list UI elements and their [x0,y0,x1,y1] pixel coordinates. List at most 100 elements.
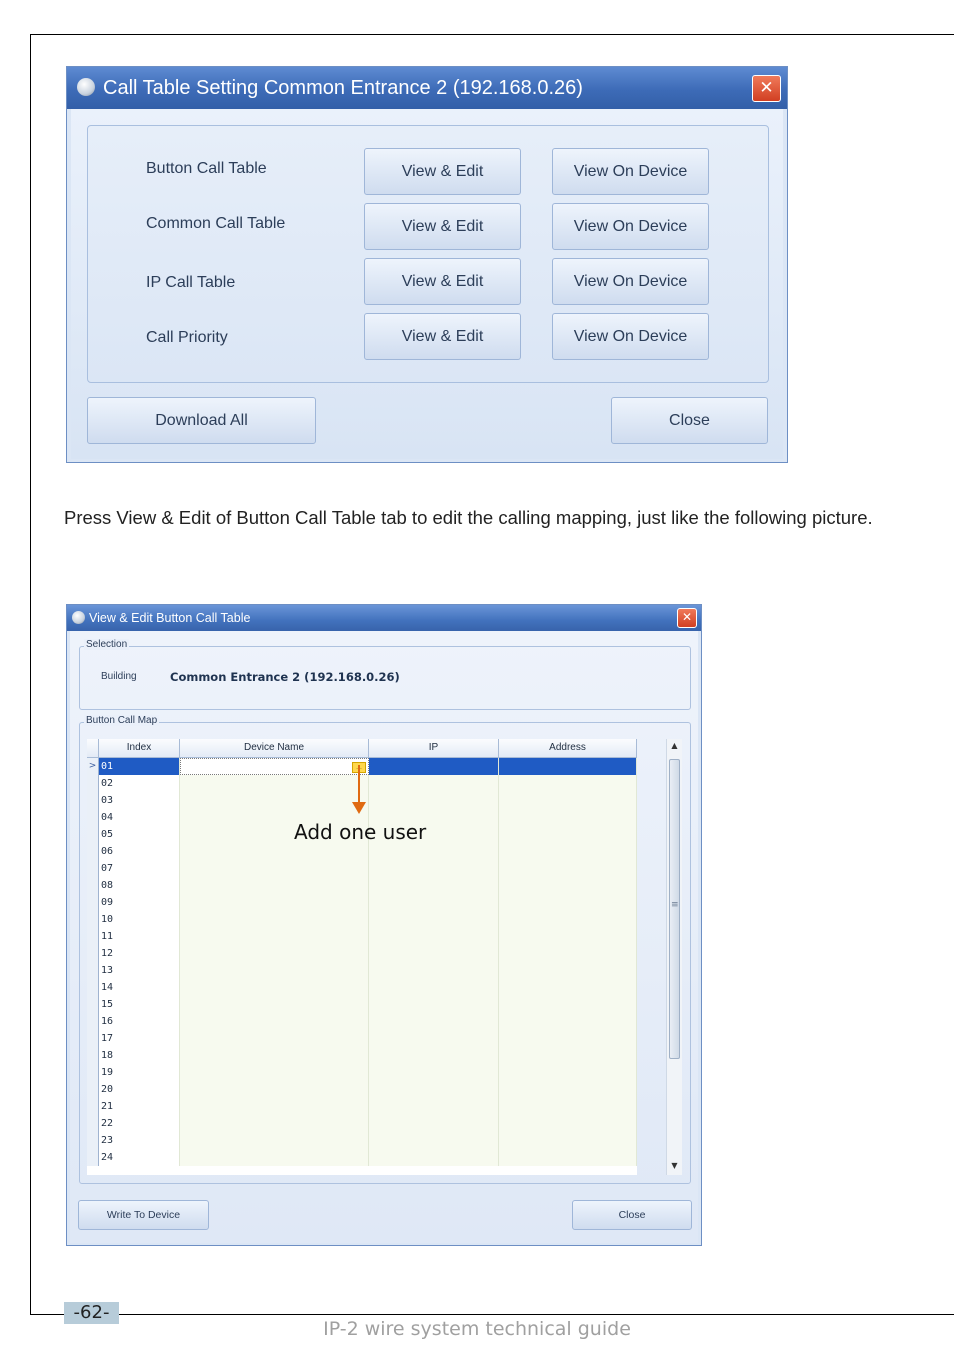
row-selector[interactable] [87,843,99,860]
device-name-cell[interactable] [180,962,369,979]
column-header-index[interactable]: Index [99,739,180,757]
view-edit-call-priority-button[interactable]: View & Edit [364,313,521,360]
view-edit-button-call-table-button[interactable]: View & Edit [364,148,521,195]
device-name-cell[interactable] [180,1064,369,1081]
row-selector[interactable] [87,1098,99,1115]
ip-cell[interactable] [369,1149,499,1166]
address-cell[interactable] [499,1047,637,1064]
row-selector[interactable] [87,1047,99,1064]
table-row[interactable]: 07 [87,860,637,877]
ip-cell[interactable] [369,860,499,877]
device-name-cell[interactable] [180,945,369,962]
table-row[interactable]: 23 [87,1132,637,1149]
device-name-cell[interactable]: ... [180,758,369,775]
table-row[interactable]: 08 [87,877,637,894]
ip-cell[interactable] [369,775,499,792]
table-row[interactable]: 24 [87,1149,637,1166]
row-selector[interactable] [87,894,99,911]
table-row[interactable]: 18 [87,1047,637,1064]
table-row[interactable]: 17 [87,1030,637,1047]
column-header-address[interactable]: Address [499,739,637,757]
row-selector[interactable] [87,928,99,945]
address-cell[interactable] [499,775,637,792]
ip-cell[interactable] [369,894,499,911]
ip-cell[interactable] [369,911,499,928]
ip-cell[interactable] [369,1064,499,1081]
grid-scrollbar[interactable]: ▲ ≡ ▼ [666,739,682,1175]
scroll-thumb[interactable]: ≡ [669,759,680,1059]
ip-cell[interactable] [369,945,499,962]
table-row[interactable]: 15 [87,996,637,1013]
ip-cell[interactable] [369,962,499,979]
ip-cell[interactable] [369,1115,499,1132]
device-name-cell[interactable] [180,1132,369,1149]
ip-cell[interactable] [369,996,499,1013]
table-row[interactable]: >01... [87,758,637,775]
ip-cell[interactable] [369,877,499,894]
device-name-cell[interactable] [180,1047,369,1064]
address-cell[interactable] [499,1064,637,1081]
table-row[interactable]: 21 [87,1098,637,1115]
device-name-cell[interactable] [180,1030,369,1047]
ip-cell[interactable] [369,1030,499,1047]
row-selector[interactable] [87,1081,99,1098]
address-cell[interactable] [499,1132,637,1149]
row-selector[interactable] [87,775,99,792]
row-selector[interactable] [87,996,99,1013]
row-selector[interactable] [87,826,99,843]
device-name-cell[interactable] [180,843,369,860]
view-on-device-call-priority-button[interactable]: View On Device [552,313,709,360]
ip-cell[interactable] [369,1132,499,1149]
table-row[interactable]: 22 [87,1115,637,1132]
view-edit-common-call-table-button[interactable]: View & Edit [364,203,521,250]
address-cell[interactable] [499,860,637,877]
close-button[interactable]: Close [611,397,768,444]
address-cell[interactable] [499,1013,637,1030]
table-row[interactable]: 19 [87,1064,637,1081]
ip-cell[interactable] [369,843,499,860]
address-cell[interactable] [499,826,637,843]
address-cell[interactable] [499,1115,637,1132]
table-row[interactable]: 12 [87,945,637,962]
device-name-cell[interactable] [180,1081,369,1098]
device-name-cell[interactable] [180,1098,369,1115]
address-cell[interactable] [499,1098,637,1115]
table-row[interactable]: 14 [87,979,637,996]
table-row[interactable]: 10 [87,911,637,928]
device-name-cell[interactable] [180,979,369,996]
ip-cell[interactable] [369,979,499,996]
ip-cell[interactable] [369,1098,499,1115]
scroll-down-icon[interactable]: ▼ [667,1159,682,1173]
table-row[interactable]: 09 [87,894,637,911]
row-selector[interactable] [87,911,99,928]
device-name-cell[interactable] [180,775,369,792]
row-selector[interactable] [87,962,99,979]
address-cell[interactable] [499,928,637,945]
address-cell[interactable] [499,996,637,1013]
view-edit-ip-call-table-button[interactable]: View & Edit [364,258,521,305]
ip-cell[interactable] [369,758,499,775]
ip-cell[interactable] [369,1047,499,1064]
row-selector[interactable] [87,1149,99,1166]
device-name-cell[interactable] [180,1013,369,1030]
row-selector[interactable] [87,945,99,962]
address-cell[interactable] [499,843,637,860]
row-selector[interactable] [87,877,99,894]
ip-cell[interactable] [369,1013,499,1030]
device-name-cell[interactable] [180,792,369,809]
download-all-button[interactable]: Download All [87,397,316,444]
address-cell[interactable] [499,962,637,979]
column-header-device-name[interactable]: Device Name [180,739,369,757]
close-button[interactable]: Close [572,1200,692,1230]
device-name-cell[interactable] [180,894,369,911]
address-cell[interactable] [499,758,637,775]
write-to-device-button[interactable]: Write To Device [78,1200,209,1230]
device-name-cell[interactable] [180,877,369,894]
close-icon[interactable]: ✕ [677,608,697,628]
view-on-device-button-call-table-button[interactable]: View On Device [552,148,709,195]
row-selector[interactable] [87,809,99,826]
ip-cell[interactable] [369,1081,499,1098]
scroll-up-icon[interactable]: ▲ [667,739,682,753]
row-selector[interactable] [87,1013,99,1030]
device-name-cell[interactable] [180,1115,369,1132]
